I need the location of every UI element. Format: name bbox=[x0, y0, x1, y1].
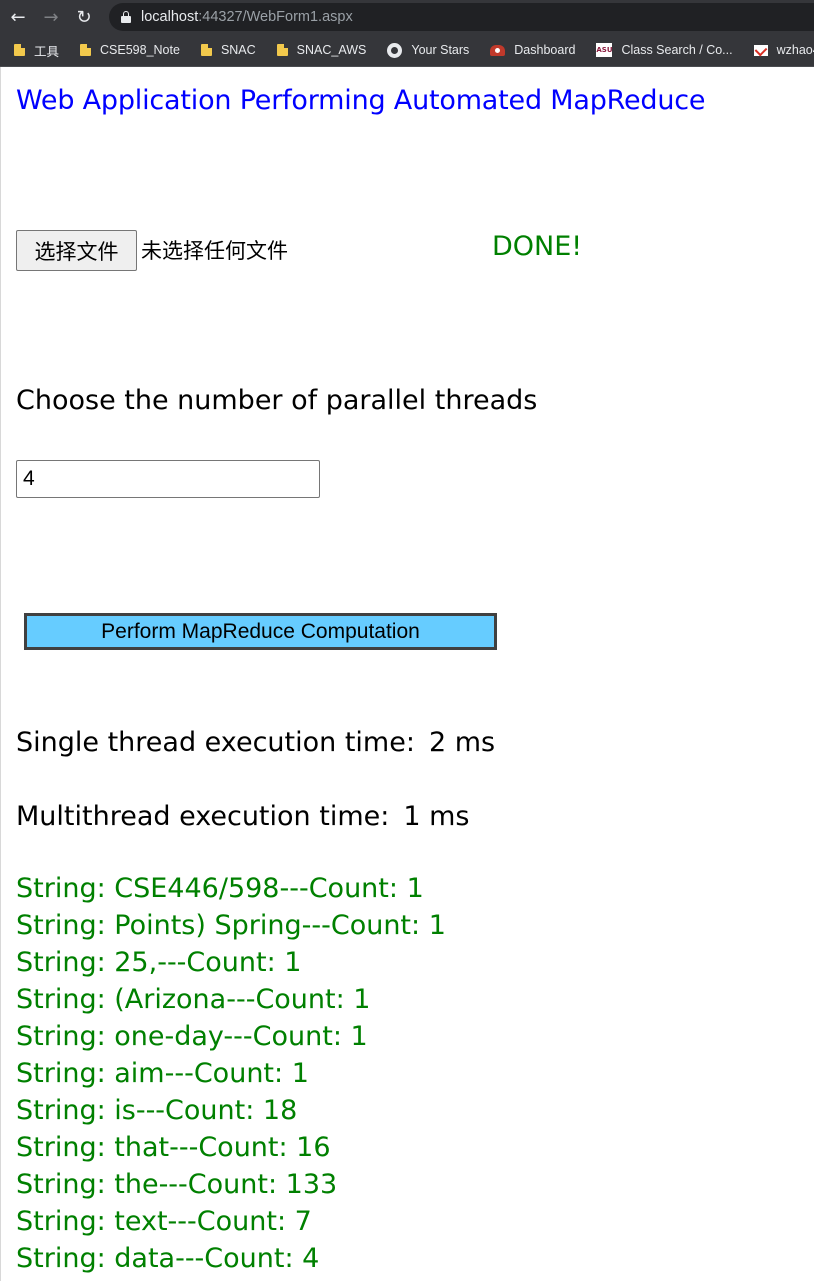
gmail-icon bbox=[753, 44, 768, 56]
folder-icon bbox=[80, 44, 92, 56]
browser-toolbar: ← → ↻ localhost:44327/WebForm1.aspx bbox=[0, 0, 814, 34]
single-thread-label: Single thread execution time: bbox=[16, 727, 415, 758]
page-title: Web Application Performing Automated Map… bbox=[16, 85, 706, 116]
list-item: String: text---Count: 7 bbox=[16, 1206, 312, 1237]
threads-input[interactable] bbox=[16, 460, 320, 498]
folder-icon bbox=[200, 44, 212, 56]
github-icon bbox=[387, 42, 403, 58]
multithread-time: Multithread execution time: 1 ms bbox=[16, 801, 469, 832]
bookmark-class-search[interactable]: ASU Class Search / Co... bbox=[582, 36, 739, 64]
folder-icon bbox=[276, 44, 288, 56]
multithread-label: Multithread execution time: bbox=[16, 801, 390, 832]
list-item: String: CSE446/598---Count: 1 bbox=[16, 873, 424, 904]
bookmark-cse598-note[interactable]: CSE598_Note bbox=[66, 36, 187, 64]
list-item: String: 25,---Count: 1 bbox=[16, 947, 302, 978]
list-item: String: data---Count: 4 bbox=[16, 1243, 320, 1274]
threads-label: Choose the number of parallel threads bbox=[16, 385, 538, 416]
bookmark-snac-aws[interactable]: SNAC_AWS bbox=[263, 36, 374, 64]
back-arrow-icon[interactable]: ← bbox=[3, 2, 33, 32]
list-item: String: (Arizona---Count: 1 bbox=[16, 984, 371, 1015]
file-status-text: 未选择任何文件 bbox=[141, 239, 288, 263]
single-thread-value: 2 ms bbox=[428, 727, 496, 758]
bookmark-dashboard[interactable]: Dashboard bbox=[476, 36, 582, 64]
list-item: String: that---Count: 16 bbox=[16, 1132, 331, 1163]
bookmark-your-stars[interactable]: Your Stars bbox=[373, 36, 476, 64]
folder-icon bbox=[14, 44, 25, 56]
bookmarks-bar: 工具 CSE598_Note SNAC SNAC_AWS Your Stars … bbox=[0, 34, 814, 67]
address-bar[interactable]: localhost:44327/WebForm1.aspx bbox=[109, 3, 814, 31]
bookmark-gmail[interactable]: wzhao42@ bbox=[740, 36, 814, 64]
choose-file-button[interactable]: 选择文件 bbox=[16, 230, 137, 271]
list-item: String: Points) Spring---Count: 1 bbox=[16, 910, 446, 941]
multithread-value: 1 ms bbox=[403, 801, 470, 832]
done-status: DONE! bbox=[492, 231, 583, 262]
asu-icon: ASU bbox=[596, 43, 613, 57]
perform-mapreduce-button[interactable]: Perform MapReduce Computation bbox=[24, 613, 497, 650]
list-item: String: aim---Count: 1 bbox=[16, 1058, 309, 1089]
dashboard-icon bbox=[490, 44, 506, 56]
bookmark-tools[interactable]: 工具 bbox=[0, 36, 66, 64]
results-list: String: CSE446/598---Count: 1 String: Po… bbox=[16, 870, 446, 1277]
page-content: Web Application Performing Automated Map… bbox=[0, 67, 814, 1281]
reload-icon[interactable]: ↻ bbox=[69, 2, 99, 32]
bookmark-snac[interactable]: SNAC bbox=[187, 36, 263, 64]
lock-icon bbox=[121, 11, 131, 23]
list-item: String: the---Count: 133 bbox=[16, 1169, 338, 1200]
single-thread-time: Single thread execution time: 2 ms bbox=[16, 727, 495, 758]
list-item: String: one-day---Count: 1 bbox=[16, 1021, 368, 1052]
url-text[interactable]: localhost:44327/WebForm1.aspx bbox=[141, 9, 353, 25]
list-item: String: is---Count: 18 bbox=[16, 1095, 298, 1126]
forward-arrow-icon[interactable]: → bbox=[36, 2, 66, 32]
